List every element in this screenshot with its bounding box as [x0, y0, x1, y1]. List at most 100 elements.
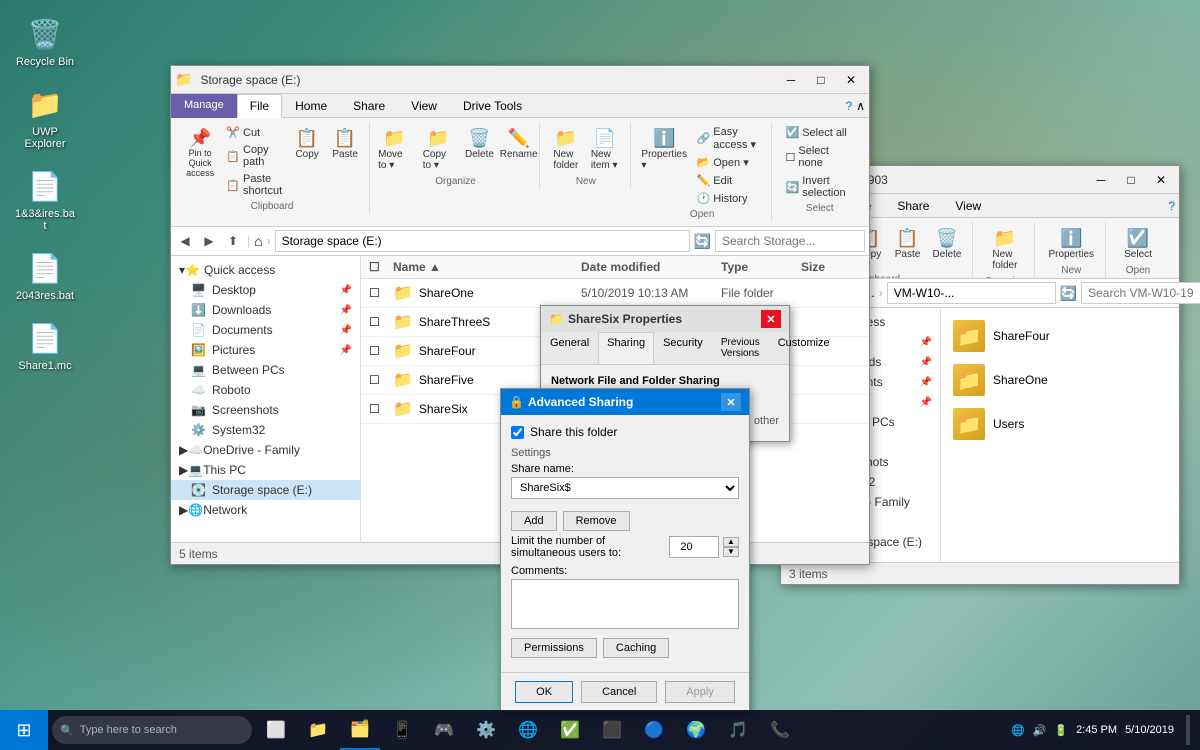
sharesix-close-button[interactable]: ✕: [761, 310, 781, 328]
taskbar-phone2[interactable]: 📞: [760, 710, 800, 750]
sidebar-item-downloads[interactable]: ⬇️ Downloads 📌: [171, 300, 360, 320]
tab-file[interactable]: File: [237, 94, 282, 118]
tab-security[interactable]: Security: [654, 332, 712, 364]
sidebar-item-screenshots[interactable]: 📷 Screenshots: [171, 400, 360, 420]
taskbar-search-box[interactable]: 🔍 Type here to search: [52, 716, 252, 744]
new-folder-button[interactable]: 📁 Newfolder: [548, 124, 584, 174]
sidebar-quick-access[interactable]: ▾ ⭐ Quick access: [171, 260, 360, 280]
add-button[interactable]: Add: [511, 511, 557, 531]
new-folder2-button[interactable]: 📁 Newfolder: [987, 224, 1023, 274]
copy-path-button[interactable]: 📋 Copy path: [221, 142, 287, 170]
cancel-button[interactable]: Cancel: [581, 681, 657, 703]
invert-selection-button[interactable]: 🔄 Invert selection: [780, 173, 859, 201]
ok-button[interactable]: OK: [515, 681, 573, 703]
address-field[interactable]: [275, 230, 690, 252]
tab-drive-tools[interactable]: Drive Tools: [450, 94, 535, 118]
taskbar-file-explorer-2[interactable]: 🗂️: [340, 710, 380, 750]
tab-view[interactable]: View: [398, 94, 450, 118]
collapse-ribbon-icon[interactable]: ∧: [856, 99, 865, 113]
pin-to-quick-access-button[interactable]: 📌 Pin to Quickaccess: [181, 124, 219, 199]
tray-date[interactable]: 5/10/2019: [1125, 724, 1174, 736]
advanced-close-button[interactable]: ✕: [721, 393, 741, 411]
desktop-icon-share[interactable]: 📄 Share1.mc: [10, 314, 80, 376]
share-folder-row[interactable]: Share this folder: [511, 425, 739, 439]
sidebar-network[interactable]: ▶ 🌐 Network: [171, 500, 360, 520]
tray-time[interactable]: 2:45 PM: [1076, 724, 1117, 736]
task-view-button[interactable]: ⬜: [256, 710, 296, 750]
comments-textarea[interactable]: [511, 579, 739, 629]
select-none-button[interactable]: ☐ Select none: [780, 143, 859, 171]
help-icon[interactable]: ?: [846, 99, 853, 113]
taskbar-terminal[interactable]: ⬛: [592, 710, 632, 750]
history-button[interactable]: 🕐 History: [692, 190, 766, 207]
window1-close-button[interactable]: ✕: [837, 69, 865, 91]
copy-button[interactable]: 📋 Copy: [289, 124, 325, 199]
taskbar-phone[interactable]: 📱: [382, 710, 422, 750]
remove-button[interactable]: Remove: [563, 511, 630, 531]
start-button[interactable]: ⊞: [0, 710, 48, 750]
header-size[interactable]: Size: [801, 260, 861, 274]
sidebar-this-pc[interactable]: ▶ 💻 This PC: [171, 460, 360, 480]
taskbar-chrome[interactable]: 🌍: [676, 710, 716, 750]
sidebar-onedrive[interactable]: ▶ ☁️ OneDrive - Family: [171, 440, 360, 460]
network-tray-icon[interactable]: 🌐: [1011, 724, 1025, 737]
search-field-2[interactable]: [1081, 282, 1200, 304]
properties-button[interactable]: ℹ️ Properties ▾: [639, 124, 690, 207]
show-desktop-button[interactable]: [1186, 715, 1190, 745]
spinner-up-button[interactable]: ▲: [723, 537, 739, 547]
list-item[interactable]: 📁 ShareOne: [949, 360, 1171, 400]
window1-maximize-button[interactable]: □: [807, 69, 835, 91]
share-name-select[interactable]: ShareSix$: [511, 477, 739, 499]
delete-button[interactable]: 🗑️ Delete: [461, 124, 497, 174]
tab-share[interactable]: Share: [340, 94, 398, 118]
up-button[interactable]: ⬆: [223, 231, 243, 251]
header-name[interactable]: Name ▲: [393, 260, 581, 274]
tab2-view[interactable]: View: [942, 194, 994, 218]
tab-previous-versions[interactable]: Previous Versions: [712, 332, 769, 364]
share-folder-checkbox[interactable]: [511, 426, 524, 439]
paste2-button[interactable]: 📋 Paste: [890, 224, 926, 272]
properties2-button[interactable]: ℹ️ Properties: [1043, 224, 1099, 263]
desktop-icon-recycle-bin[interactable]: 🗑️ Recycle Bin: [10, 10, 80, 72]
table-row[interactable]: ☐ 📁ShareOne 5/10/2019 10:13 AM File fold…: [361, 279, 869, 308]
taskbar-music[interactable]: 🎵: [718, 710, 758, 750]
tab-home[interactable]: Home: [282, 94, 340, 118]
tab-manage[interactable]: Manage: [171, 94, 237, 118]
sidebar-item-storage[interactable]: 💽 Storage space (E:): [171, 480, 360, 500]
apply-button[interactable]: Apply: [665, 681, 735, 703]
select2-button[interactable]: ☑️ Select: [1119, 224, 1157, 263]
battery-tray-icon[interactable]: 🔋: [1054, 724, 1068, 737]
copy-to-button[interactable]: 📁 Copy to ▾: [418, 124, 460, 174]
desktop-icon-file2[interactable]: 📄 2043res.bat: [10, 244, 80, 306]
sidebar-item-pictures[interactable]: 🖼️ Pictures 📌: [171, 340, 360, 360]
edit-button[interactable]: ✏️ Edit: [692, 172, 766, 189]
refresh2-button[interactable]: 🔄: [1060, 285, 1077, 302]
select-all-button[interactable]: ☑️ Select all: [780, 124, 859, 141]
sidebar-item-between-pcs[interactable]: 💻 Between PCs: [171, 360, 360, 380]
tab-sharing[interactable]: Sharing: [598, 332, 654, 364]
forward-button[interactable]: ▶: [199, 231, 219, 251]
paste-button[interactable]: 📋 Paste: [327, 124, 363, 199]
taskbar-edge[interactable]: 🔵: [634, 710, 674, 750]
refresh-button[interactable]: 🔄: [694, 233, 711, 250]
header-type[interactable]: Type: [721, 260, 801, 274]
paste-shortcut-button[interactable]: 📋 Paste shortcut: [221, 171, 287, 199]
sidebar-item-system32[interactable]: ⚙️ System32: [171, 420, 360, 440]
open-button[interactable]: 📂 Open ▾: [692, 154, 766, 171]
desktop-icon-file1[interactable]: 📄 1&3&ires.bat: [10, 162, 80, 236]
volume-tray-icon[interactable]: 🔊: [1033, 724, 1047, 737]
desktop-icon-uwp[interactable]: 📁 UWP Explorer: [10, 80, 80, 154]
sidebar-item-roboto[interactable]: ☁️ Roboto: [171, 380, 360, 400]
easy-access-button[interactable]: 🔗 Easy access ▾: [692, 124, 766, 153]
taskbar-checked[interactable]: ✅: [550, 710, 590, 750]
back-button[interactable]: ◀: [175, 231, 195, 251]
taskbar-earth[interactable]: 🌐: [508, 710, 548, 750]
taskbar-xbox[interactable]: 🎮: [424, 710, 464, 750]
delete2-button[interactable]: 🗑️ Delete: [928, 224, 967, 272]
tab-general[interactable]: General: [541, 332, 598, 364]
address-field-2[interactable]: [887, 282, 1056, 304]
sidebar-item-documents[interactable]: 📄 Documents 📌: [171, 320, 360, 340]
cut-button[interactable]: ✂️ Cut: [221, 124, 287, 141]
permissions-button[interactable]: Permissions: [511, 638, 597, 658]
header-date[interactable]: Date modified: [581, 260, 721, 274]
